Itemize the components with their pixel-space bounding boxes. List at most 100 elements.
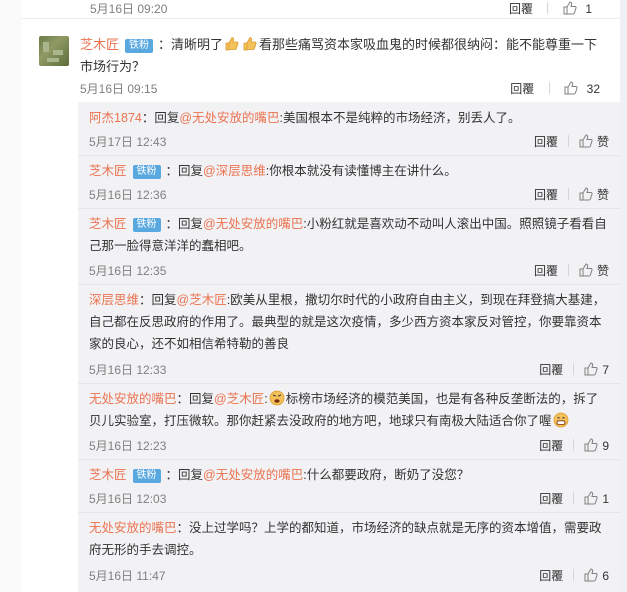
mention-link[interactable]: @深层思维 <box>203 164 266 178</box>
thumbs-up-icon[interactable] <box>564 81 578 95</box>
reply-actions: 回覆 赞 <box>534 186 609 204</box>
comment-meta: 5月16日 09:15 回覆 32 <box>80 80 600 100</box>
like-count: 32 <box>586 82 600 96</box>
comment-actions: 回覆 1 <box>509 0 592 18</box>
grin-face-emoji <box>553 412 568 428</box>
reply-time: 5月16日 11:47 <box>89 569 166 583</box>
reply-body: 阿杰1874：回复@无处安放的嘴巴:美国根本不是纯粹的市场经济，别丢人了。 <box>89 107 609 129</box>
divider <box>548 82 550 94</box>
comment-actions: 回覆 32 <box>510 80 600 98</box>
reply-meta: 5月16日 11:47 回覆 6 <box>89 567 609 585</box>
divider <box>573 492 575 504</box>
reply-text: :你根本就没有读懂博主在讲什么。 <box>265 164 457 178</box>
mention-link[interactable]: @无处安放的嘴巴 <box>179 111 279 125</box>
thumbs-up-icon[interactable] <box>579 263 593 277</box>
like-count: 7 <box>602 363 609 377</box>
divider <box>547 2 549 14</box>
like-count: 1 <box>585 2 592 16</box>
reply-item: 无处安放的嘴巴：回复@芝木匠: 标榜市场经济的模范美国，也是有各种反垄断法的，拆了… <box>78 383 620 460</box>
reply-time: 5月17日 12:43 <box>89 135 167 149</box>
thumbs-up-emoji <box>243 37 257 51</box>
like-count: 9 <box>602 439 609 453</box>
previous-comment-meta: 5月16日 09:20 回覆 1 <box>22 0 620 19</box>
username[interactable]: 阿杰1874 <box>89 111 142 125</box>
reply-time: 5月16日 12:03 <box>89 492 167 506</box>
thumbs-up-icon[interactable] <box>584 362 598 376</box>
username[interactable]: 无处安放的嘴巴 <box>89 392 177 406</box>
divider <box>573 569 575 581</box>
thumbs-up-icon[interactable] <box>584 438 598 452</box>
username[interactable]: 无处安放的嘴巴 <box>89 521 177 535</box>
username[interactable]: 芝木匠 <box>89 468 127 482</box>
reply-prefix: ：回复 <box>165 468 204 482</box>
fan-badge[interactable]: 铁粉 <box>132 218 161 232</box>
avatar[interactable] <box>39 36 69 66</box>
reply-prefix: ：回复 <box>141 111 180 125</box>
reply-meta: 5月16日 12:23 回覆 9 <box>89 437 609 455</box>
like-label[interactable]: 赞 <box>597 264 609 278</box>
username[interactable]: 芝木匠 <box>89 217 127 231</box>
comment-thread: 5月16日 09:20 回覆 1 芝木匠 铁粉 ：清晰明了 看那些痛骂资本家吸血鬼的时… <box>0 0 627 592</box>
reply-button[interactable]: 回覆 <box>509 2 533 16</box>
reply-button[interactable]: 回覆 <box>534 264 558 278</box>
mention-link[interactable]: @芝木匠 <box>214 392 264 406</box>
reply-button[interactable]: 回覆 <box>534 135 558 149</box>
reply-button[interactable]: 回覆 <box>510 82 534 96</box>
reply-meta: 5月17日 12:43 回覆 赞 <box>89 133 609 151</box>
like-label[interactable]: 赞 <box>597 188 609 202</box>
divider <box>567 135 569 147</box>
reply-actions: 回覆 1 <box>539 490 609 508</box>
mention-link[interactable]: @无处安放的嘴巴 <box>203 217 303 231</box>
username[interactable]: 芝木匠 <box>80 37 119 52</box>
reply-body: 无处安放的嘴巴：回复@芝木匠: 标榜市场经济的模范美国，也是有各种反垄断法的，拆了… <box>89 388 609 432</box>
reply-text: :什么都要政府，断奶了没您？ <box>303 468 470 482</box>
reply-button[interactable]: 回覆 <box>539 492 563 506</box>
reply-actions: 回覆 赞 <box>534 262 609 280</box>
thumbs-up-icon[interactable] <box>584 491 598 505</box>
fan-badge[interactable]: 铁粉 <box>132 469 161 483</box>
thumbs-up-icon[interactable] <box>579 134 593 148</box>
reply-prefix: ：回复 <box>165 217 204 231</box>
reply-item: 深层思维：回复@芝木匠:欧美从里根，撒切尔时代的小政府自由主义，到现在拜登搞大基… <box>78 284 620 384</box>
comment-text-part1: ：清晰明了 <box>158 37 224 52</box>
reply-body: 深层思维：回复@芝木匠:欧美从里根，撒切尔时代的小政府自由主义，到现在拜登搞大基… <box>89 289 609 355</box>
divider <box>573 363 575 375</box>
reply-meta: 5月16日 12:36 回覆 赞 <box>89 186 609 204</box>
reply-body: 芝木匠 铁粉 ：回复@深层思维:你根本就没有读懂博主在讲什么。 <box>89 160 609 182</box>
username[interactable]: 深层思维 <box>89 293 139 307</box>
reply-item: 芝木匠 铁粉 ：回复@无处安放的嘴巴:小粉红就是喜欢动不动叫人滚出中国。照照镜子看看… <box>78 208 620 285</box>
thumbs-up-emoji <box>225 37 239 51</box>
reply-button[interactable]: 回覆 <box>539 439 563 453</box>
fan-badge[interactable]: 铁粉 <box>125 39 154 53</box>
thumbs-up-icon[interactable] <box>579 187 593 201</box>
reply-actions: 回覆 赞 <box>534 133 609 151</box>
main-comment: 芝木匠 铁粉 ：清晰明了 看那些痛骂资本家吸血鬼的时候都很纳闷：能不能尊重一下市场行为… <box>22 18 620 102</box>
reply-item: 无处安放的嘴巴：没上过学吗？上学的都知道，市场经济的缺点就是无序的资本增值，需要… <box>78 512 620 592</box>
reply-prefix: ：回复 <box>165 164 204 178</box>
thumbs-up-icon[interactable] <box>584 568 598 582</box>
reply-actions: 回覆 9 <box>539 437 609 455</box>
fan-badge[interactable]: 铁粉 <box>132 165 161 179</box>
like-count: 6 <box>602 569 609 583</box>
thumbs-up-icon[interactable] <box>563 1 577 15</box>
divider <box>573 439 575 451</box>
username[interactable]: 芝木匠 <box>89 164 127 178</box>
reply-body: 无处安放的嘴巴：没上过学吗？上学的都知道，市场经济的缺点就是无序的资本增值，需要… <box>89 517 609 561</box>
like-count: 1 <box>602 492 609 506</box>
reply-button[interactable]: 回覆 <box>539 363 563 377</box>
divider <box>567 264 569 276</box>
reply-button[interactable]: 回覆 <box>539 569 563 583</box>
reply-time: 5月16日 12:36 <box>89 188 167 202</box>
reply-time: 5月16日 12:23 <box>89 439 167 453</box>
comment-body: 芝木匠 铁粉 ：清晰明了 看那些痛骂资本家吸血鬼的时候都很纳闷：能不能尊重一下市场行为… <box>80 34 600 78</box>
reply-item: 芝木匠 铁粉 ：回复@深层思维:你根本就没有读懂博主在讲什么。 5月16日 12:3… <box>78 155 620 209</box>
right-border <box>620 0 627 592</box>
reply-button[interactable]: 回覆 <box>534 188 558 202</box>
reply-time: 5月16日 12:33 <box>89 363 167 377</box>
mention-link[interactable]: @芝木匠 <box>177 293 227 307</box>
like-label[interactable]: 赞 <box>597 135 609 149</box>
divider <box>567 188 569 200</box>
reply-text: :美国根本不是纯粹的市场经济，别丢人了。 <box>279 111 521 125</box>
mention-link[interactable]: @无处安放的嘴巴 <box>203 468 303 482</box>
reply-item: 阿杰1874：回复@无处安放的嘴巴:美国根本不是纯粹的市场经济，别丢人了。 5月… <box>78 102 620 156</box>
